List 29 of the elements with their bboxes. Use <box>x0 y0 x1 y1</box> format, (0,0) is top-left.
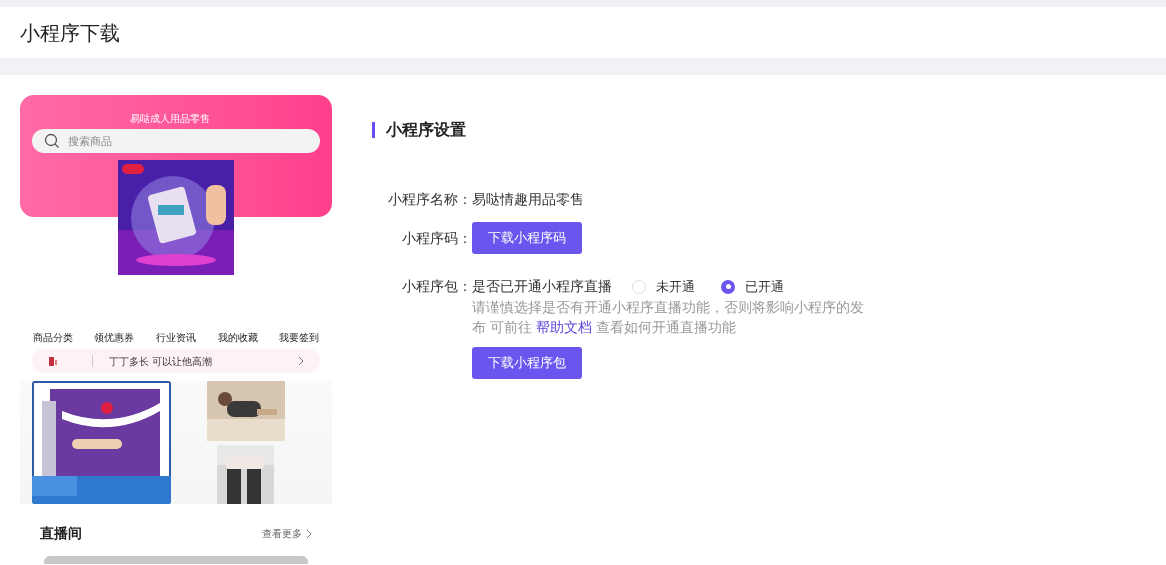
see-more-link[interactable]: 查看更多 <box>262 526 302 541</box>
form-label: 小程序码： <box>401 228 472 248</box>
shop-title: 易哒成人用品零售 <box>129 113 211 125</box>
page-title: 小程序下载 <box>20 20 120 46</box>
radio-button[interactable] <box>721 279 735 294</box>
form-label: 小程序名称： <box>387 190 472 209</box>
download-button[interactable]: 下载小程序包 <box>472 347 582 379</box>
hint-text: 请谨慎选择是否有开通小程序直播功能，否则将影响小程序的发布 可前往 帮助文档 查看如何开通直播功能 <box>472 298 865 337</box>
chevron-right-icon <box>298 356 304 366</box>
radio-button[interactable] <box>632 279 646 294</box>
radio-option[interactable]: 已开通 <box>721 276 784 297</box>
notice-text: 丁丁多长 可以让他高潮 <box>109 354 213 369</box>
form-question: 是否已开通小程序直播 <box>472 277 612 296</box>
nav-item[interactable]: 行业资讯 <box>156 330 196 345</box>
nav-item[interactable]: 领优惠券 <box>94 330 135 345</box>
nav-item[interactable]: 商品分类 <box>32 330 73 345</box>
download-button[interactable]: 下载小程序码 <box>472 222 582 254</box>
notice-bar[interactable]: 丁丁多长 可以让他高潮 <box>32 349 320 373</box>
radio-option[interactable]: 未开通 <box>632 276 695 297</box>
nav-item[interactable]: 我的收藏 <box>217 330 258 345</box>
help-link[interactable]: 帮助文档 <box>535 319 592 335</box>
form-value: 易哒情趣用品零售 <box>472 190 584 209</box>
section-title: 小程序设置 <box>386 120 466 140</box>
search-field[interactable]: 搜索商品 <box>32 129 320 153</box>
search-icon <box>44 133 60 149</box>
section-title: 直播间 <box>40 524 82 543</box>
form-label: 小程序包： <box>401 277 472 296</box>
nav-item[interactable]: 我要签到 <box>279 330 320 345</box>
chevron-right-icon <box>306 528 312 539</box>
